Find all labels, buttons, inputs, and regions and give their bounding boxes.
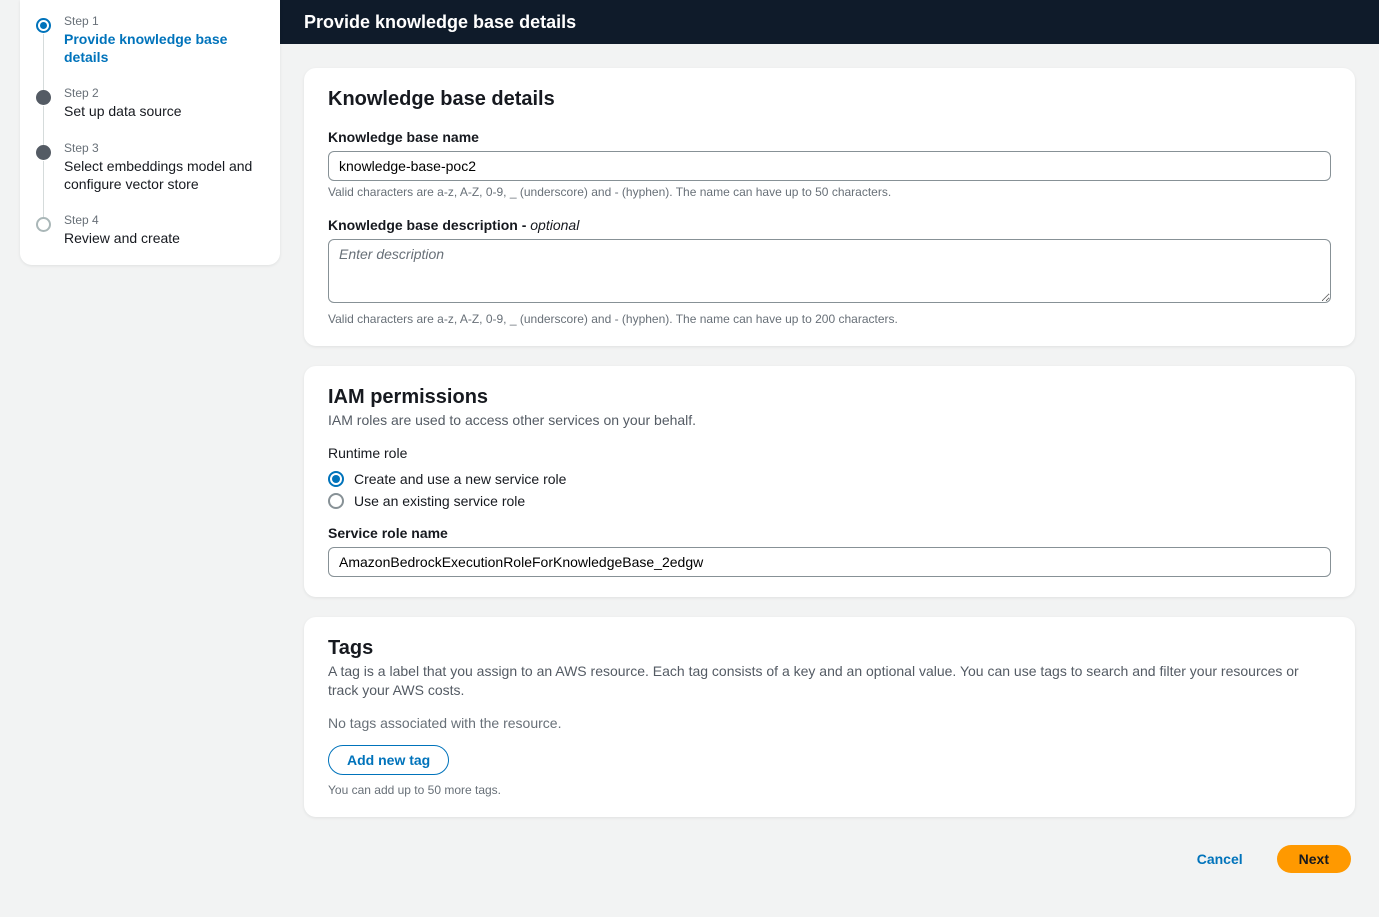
main-content: Knowledge base details Knowledge base na… (300, 44, 1379, 917)
step-2-title: Set up data source (64, 102, 264, 120)
cancel-button[interactable]: Cancel (1179, 845, 1261, 873)
kb-description-optional: optional (530, 217, 579, 233)
kb-name-hint: Valid characters are a-z, A-Z, 0-9, _ (u… (328, 185, 1331, 199)
step-1[interactable]: Step 1 Provide knowledge base details (36, 14, 264, 86)
step-4-label: Step 4 (64, 213, 264, 227)
add-new-tag-button[interactable]: Add new tag (328, 745, 449, 775)
runtime-role-radio-group: Create and use a new service role Use an… (328, 471, 1331, 509)
knowledge-base-details-panel: Knowledge base details Knowledge base na… (304, 68, 1355, 346)
step-indicator-icon (36, 90, 51, 105)
wizard-sidebar: Step 1 Provide knowledge base details St… (20, 0, 280, 265)
radio-existing-label: Use an existing service role (354, 493, 525, 509)
step-indicator-icon (36, 145, 51, 160)
kb-description-hint: Valid characters are a-z, A-Z, 0-9, _ (u… (328, 312, 1331, 326)
step-1-title: Provide knowledge base details (64, 30, 264, 66)
tags-empty-text: No tags associated with the resource. (328, 715, 1331, 731)
step-3-title: Select embeddings model and configure ve… (64, 157, 264, 193)
kb-details-heading: Knowledge base details (328, 88, 1331, 111)
page-title: Provide knowledge base details (304, 12, 576, 33)
iam-description: IAM roles are used to access other servi… (328, 411, 1331, 431)
kb-name-label: Knowledge base name (328, 129, 1331, 145)
kb-description-label-text: Knowledge base description - (328, 217, 530, 233)
service-role-name-input[interactable] (328, 547, 1331, 577)
step-4-title: Review and create (64, 229, 264, 247)
kb-description-input[interactable] (328, 239, 1331, 303)
step-2-label: Step 2 (64, 86, 264, 100)
step-4[interactable]: Step 4 Review and create (36, 213, 264, 247)
step-indicator-active-icon (36, 18, 51, 33)
tags-panel: Tags A tag is a label that you assign to… (304, 617, 1355, 817)
radio-create-label: Create and use a new service role (354, 471, 566, 487)
kb-description-label: Knowledge base description - optional (328, 217, 1331, 233)
radio-unselected-icon (328, 493, 344, 509)
radio-use-existing-role[interactable]: Use an existing service role (328, 493, 1331, 509)
next-button[interactable]: Next (1277, 845, 1351, 873)
kb-name-field: Knowledge base name Valid characters are… (328, 129, 1331, 199)
step-1-label: Step 1 (64, 14, 264, 28)
step-indicator-open-icon (36, 217, 51, 232)
footer-actions: Cancel Next (304, 837, 1355, 893)
tags-description: A tag is a label that you assign to an A… (328, 662, 1331, 701)
page-header: Provide knowledge base details (280, 0, 1379, 44)
step-3[interactable]: Step 3 Select embeddings model and confi… (36, 141, 264, 213)
kb-name-input[interactable] (328, 151, 1331, 181)
iam-heading: IAM permissions (328, 386, 1331, 409)
kb-description-field: Knowledge base description - optional Va… (328, 217, 1331, 326)
tags-hint: You can add up to 50 more tags. (328, 783, 1331, 797)
service-role-name-label: Service role name (328, 525, 1331, 541)
tags-heading: Tags (328, 637, 1331, 660)
radio-create-new-role[interactable]: Create and use a new service role (328, 471, 1331, 487)
step-2[interactable]: Step 2 Set up data source (36, 86, 264, 140)
step-3-label: Step 3 (64, 141, 264, 155)
iam-permissions-panel: IAM permissions IAM roles are used to ac… (304, 366, 1355, 597)
service-role-name-field: Service role name (328, 525, 1331, 577)
radio-selected-icon (328, 471, 344, 487)
runtime-role-label: Runtime role (328, 445, 1331, 461)
